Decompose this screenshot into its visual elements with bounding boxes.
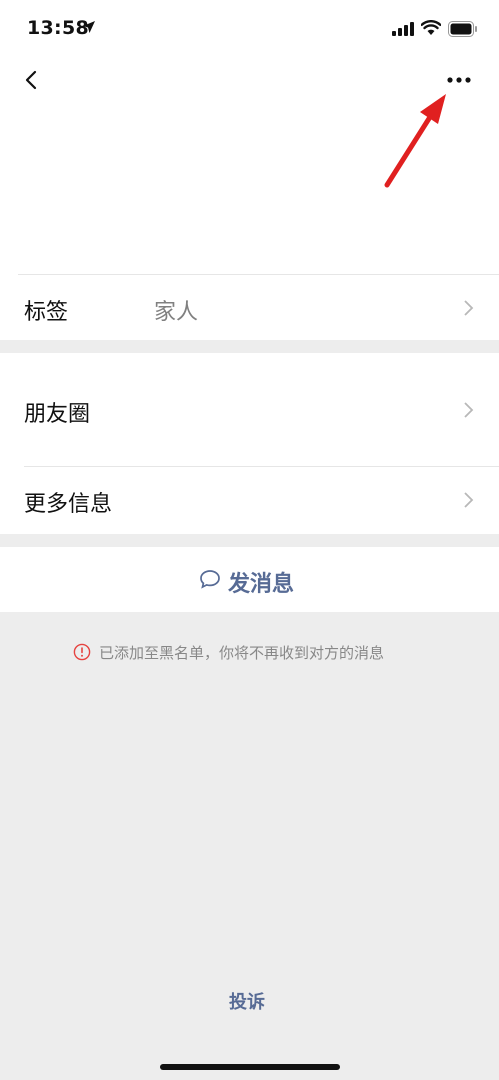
back-button[interactable] (20, 64, 46, 96)
tag-row[interactable] (0, 275, 499, 340)
divider (18, 274, 499, 275)
complain-link[interactable]: 投诉 (229, 988, 265, 1014)
chevron-right-icon (464, 300, 474, 316)
status-time: 13:58 (27, 17, 89, 39)
cellular-signal-icon (392, 22, 414, 36)
tag-value: 家人 (154, 300, 199, 325)
chevron-right-icon (464, 402, 474, 418)
home-indicator[interactable] (160, 1064, 340, 1070)
divider (24, 466, 499, 467)
wifi-icon (421, 20, 441, 35)
moments-label[interactable]: 朋友圈 (24, 396, 90, 428)
battery-icon (448, 21, 477, 37)
warning-icon (73, 643, 91, 661)
chevron-right-icon (464, 492, 474, 508)
blocked-notice: 已添加至黑名单，你将不再收到对方的消息 (99, 644, 385, 662)
chat-bubble-icon (200, 570, 220, 589)
more-info-label[interactable]: 更多信息 (24, 486, 112, 518)
more-options-button[interactable] (444, 70, 476, 90)
send-message-label[interactable]: 发消息 (228, 566, 294, 598)
annotation-arrow-icon (384, 94, 446, 188)
tag-label: 标签 (24, 300, 69, 325)
location-arrow-icon (83, 21, 95, 33)
